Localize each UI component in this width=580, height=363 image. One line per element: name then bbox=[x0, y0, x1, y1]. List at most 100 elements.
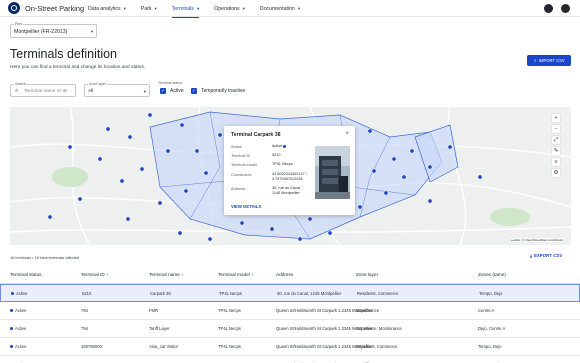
draw-icon[interactable]: ✎ bbox=[552, 147, 560, 155]
main-nav: Data analytics ▾ Park ▾ Terminals ▾ Operati… bbox=[88, 0, 315, 18]
nav-data-analytics[interactable]: Data analytics ▾ bbox=[88, 0, 126, 17]
column-header[interactable]: Terminal status bbox=[10, 272, 42, 277]
zoom-in-icon[interactable]: + bbox=[552, 114, 560, 122]
terminal-marker[interactable] bbox=[203, 170, 209, 176]
terminal-marker[interactable] bbox=[297, 236, 303, 242]
nav-park[interactable]: Park ▾ bbox=[141, 0, 157, 17]
terminal-marker[interactable] bbox=[401, 174, 407, 180]
table-row[interactable]: Active 150760000 Aina_cat Visitor TP4L Necp… bbox=[0, 338, 580, 356]
nav-documentation[interactable]: Documentation ▾ bbox=[260, 0, 300, 17]
top-actions bbox=[544, 4, 570, 13]
close-icon[interactable]: × bbox=[345, 131, 349, 137]
terminal-marker[interactable] bbox=[269, 226, 275, 232]
settings-icon[interactable]: ⚙ bbox=[552, 169, 560, 177]
column-header[interactable]: Terminal ID ↑ bbox=[81, 272, 108, 277]
terminal-marker[interactable] bbox=[125, 216, 131, 222]
table-row[interactable]: Active 794 Tariff Layer TP4L Necps Queen St/… bbox=[0, 320, 580, 338]
map-controls: + − ⤢ ✎ ≡ ⚙ bbox=[552, 114, 561, 177]
nav-operations[interactable]: Operations ▾ bbox=[214, 0, 245, 17]
terminal-marker[interactable] bbox=[427, 198, 433, 204]
status-dot-icon bbox=[10, 327, 13, 331]
column-header[interactable]: Address bbox=[276, 272, 293, 277]
terminal-marker[interactable] bbox=[357, 204, 363, 210]
column-header-label: Terminal ID bbox=[81, 272, 105, 277]
terminal-marker[interactable] bbox=[157, 200, 163, 206]
status-dot-icon bbox=[11, 292, 14, 296]
chevron-down-icon: ▾ bbox=[297, 5, 301, 11]
terminal-marker[interactable] bbox=[217, 132, 223, 138]
column-header[interactable]: Zone layer bbox=[356, 272, 378, 277]
terminal-marker[interactable] bbox=[427, 164, 433, 170]
terminal-marker[interactable] bbox=[183, 188, 189, 194]
terminal-marker[interactable] bbox=[177, 230, 183, 236]
status-text: Active bbox=[16, 291, 28, 296]
column-header[interactable]: Zones (tame) bbox=[478, 272, 506, 277]
column-header-label: Terminal name bbox=[149, 272, 180, 277]
terminal-marker[interactable] bbox=[165, 148, 171, 154]
table-cell-name: Tariff Layer bbox=[149, 326, 170, 331]
terminal-marker[interactable] bbox=[409, 148, 415, 154]
terminal-marker[interactable] bbox=[67, 144, 73, 150]
search-input[interactable]: Search ⌕ Terminal name or ID bbox=[10, 82, 76, 97]
table-row[interactable]: Active794FMRTP4L NecpsQueen St/Holdswort… bbox=[0, 302, 580, 320]
terminal-marker[interactable] bbox=[77, 196, 83, 202]
table-cell-id: 5210 bbox=[82, 291, 92, 296]
export-csv-button[interactable]: ⤓ EXPORT CSV bbox=[530, 253, 562, 258]
terminal-marker[interactable] bbox=[139, 166, 145, 172]
notifications-icon[interactable] bbox=[544, 4, 553, 13]
terminal-marker[interactable] bbox=[207, 236, 213, 242]
nav-terminals[interactable]: Terminals ▾ bbox=[171, 0, 200, 18]
brand[interactable]: On-Street Parking bbox=[8, 2, 88, 14]
terminal-marker[interactable] bbox=[367, 128, 373, 134]
park-select[interactable]: Park Montpellier (FR-22013) ▾ bbox=[10, 22, 97, 38]
terminal-marker[interactable] bbox=[371, 168, 377, 174]
status-active-checkbox[interactable]: ✓ Active bbox=[160, 88, 184, 94]
table-cell-zone-layer: Commerce, Monitorance bbox=[356, 326, 402, 331]
table-body: Active 5210 Carpark 38 TP4L Necps 30, rue du… bbox=[0, 284, 580, 363]
terminal-marker[interactable] bbox=[147, 112, 153, 118]
download-icon: ⤓ bbox=[530, 253, 532, 258]
table-cell-zones: Centre A bbox=[478, 308, 495, 313]
terminal-marker[interactable] bbox=[383, 190, 389, 196]
top-navigation: On-Street Parking Data analytics ▾ Park ▾ … bbox=[0, 0, 580, 18]
table-cell-name: Carpark 38 bbox=[150, 291, 171, 296]
terminal-marker[interactable] bbox=[47, 214, 53, 220]
checkbox-checked-icon: ✓ bbox=[160, 88, 166, 94]
sort-arrow-icon: ↑ bbox=[181, 272, 184, 277]
table-cell-zone-layer: Residents, Commerce bbox=[356, 344, 398, 349]
terminal-marker[interactable] bbox=[105, 126, 111, 132]
status-temporarily-inactive-checkbox[interactable]: ✓ Temporarily inactive bbox=[191, 88, 245, 94]
terminal-marker[interactable] bbox=[194, 148, 200, 154]
import-csv-button[interactable]: ⇪ IMPORT CSV bbox=[527, 55, 571, 66]
checkbox-checked-icon: ✓ bbox=[191, 88, 197, 94]
terminal-marker[interactable] bbox=[239, 220, 245, 226]
terminal-marker[interactable] bbox=[327, 230, 333, 236]
layers-icon[interactable]: ≡ bbox=[552, 158, 560, 166]
table-row[interactable]: Active 5210 Carpark 38 TP4L Necps 30, rue du… bbox=[0, 284, 580, 302]
table-cell-status: Active bbox=[11, 291, 27, 296]
chevron-down-icon: ▾ bbox=[154, 5, 157, 11]
zoom-out-icon[interactable]: − bbox=[552, 125, 560, 133]
column-header[interactable]: Terminal name ↑ bbox=[149, 272, 183, 277]
terminal-marker[interactable] bbox=[179, 122, 185, 128]
terminal-marker[interactable] bbox=[119, 178, 125, 184]
fullscreen-icon[interactable]: ⤢ bbox=[552, 136, 560, 144]
table-cell-model: TP4L Necps bbox=[219, 291, 242, 296]
table-cell-model: TP4L Necps bbox=[218, 326, 241, 331]
popup-status-value: Active bbox=[272, 144, 288, 149]
popup-field-label: Address bbox=[231, 187, 245, 191]
table-row[interactable]: Active794FMRTP4L NecpsQueen St/Holdswort… bbox=[0, 356, 580, 363]
terminal-marker[interactable] bbox=[97, 156, 103, 162]
terminal-marker[interactable] bbox=[307, 216, 313, 222]
account-icon[interactable] bbox=[561, 4, 570, 13]
zone-layer-select[interactable]: Zone layer All ▾ bbox=[84, 82, 150, 97]
terminal-marker[interactable] bbox=[447, 144, 453, 150]
terminal-marker[interactable] bbox=[391, 156, 397, 162]
terminal-marker[interactable] bbox=[477, 174, 483, 180]
status-dot-icon bbox=[10, 309, 13, 313]
terminals-table: Terminal status Terminal ID ↑ Terminal n… bbox=[0, 266, 580, 363]
app-name: On-Street Parking bbox=[25, 3, 85, 13]
view-details-link[interactable]: VIEW DETAILS bbox=[231, 204, 261, 209]
column-header[interactable]: Terminal model ↑ bbox=[218, 272, 253, 277]
terminal-marker[interactable] bbox=[127, 134, 133, 140]
